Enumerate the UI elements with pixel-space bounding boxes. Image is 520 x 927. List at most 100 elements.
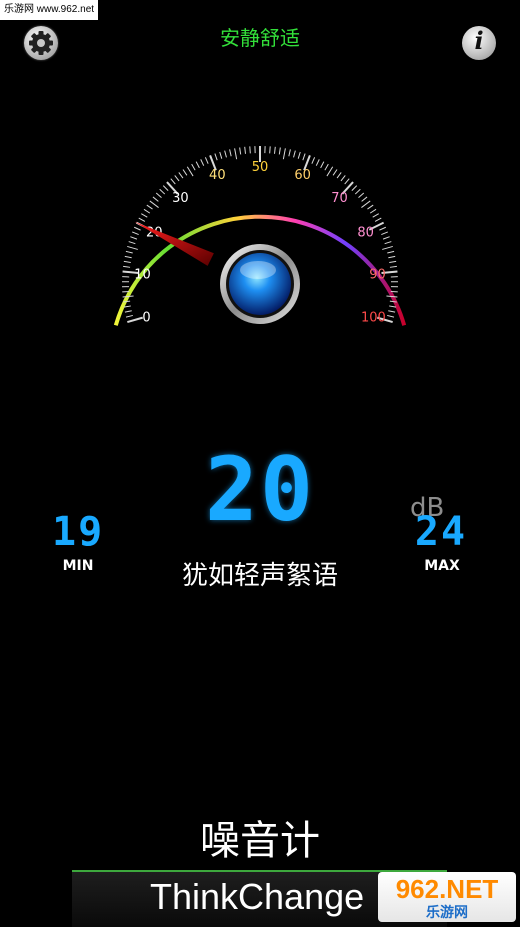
gauge-tick	[289, 149, 291, 156]
watermark-sub-text: 乐游网	[378, 902, 516, 922]
gauge-tick	[283, 148, 285, 159]
gauge-tick	[127, 318, 142, 322]
app-title: 噪音计	[0, 808, 520, 866]
watermark-bottom-right: 962.NET 乐游网	[378, 872, 516, 922]
gauge-tick	[153, 197, 158, 201]
gauge-tick	[275, 147, 276, 154]
gauge-tick	[160, 189, 165, 194]
gauge-tick	[163, 186, 168, 191]
gauge-tick-label: 100	[361, 311, 386, 326]
gauge-tick	[355, 189, 360, 194]
gauge-tick	[147, 205, 153, 209]
gauge-knob	[220, 244, 300, 324]
gauge-tick	[201, 159, 204, 165]
noise-status-text: 安静舒适	[0, 22, 520, 51]
gauge-tick	[240, 148, 241, 155]
gauge-tick	[381, 232, 387, 235]
gauge-tick	[375, 218, 381, 221]
gauge-tick-label: 70	[331, 191, 348, 206]
gauge-tick	[388, 256, 395, 257]
gauge-tick	[327, 167, 333, 176]
gauge-tick	[150, 201, 159, 208]
gauge-tick	[325, 164, 328, 170]
gauge-tick	[382, 246, 393, 249]
gauge-tick	[389, 306, 396, 307]
gauge-tick	[144, 209, 150, 213]
gauge-tick	[270, 146, 271, 153]
gauge-tick	[171, 179, 176, 184]
min-db-value: 19	[52, 510, 100, 554]
gauge-tick	[294, 151, 296, 158]
gauge-tick	[175, 175, 179, 181]
gauge-tick	[250, 146, 251, 153]
gauge-tick	[235, 148, 237, 159]
watermark-brand-text: 962.NET	[378, 874, 516, 905]
gauge-tick-label: 30	[172, 191, 189, 206]
gauge-tick	[125, 311, 132, 312]
gauge-tick	[132, 232, 138, 235]
gauge-tick	[373, 214, 379, 218]
sound-level-gauge: 0102030405060708090100	[0, 80, 520, 340]
gauge-tick	[337, 172, 341, 178]
gauge-tick	[298, 152, 300, 159]
gauge-tick	[362, 197, 367, 201]
gauge-tick	[387, 251, 394, 253]
gauge-tick	[183, 169, 187, 175]
gauge-tick	[303, 154, 305, 161]
gauge-tick	[126, 315, 133, 317]
gauge-tick	[386, 296, 397, 297]
gauge-tick	[126, 251, 133, 253]
gauge-tick	[129, 242, 136, 244]
gauge-tick	[367, 205, 373, 209]
gauge-tick	[205, 157, 208, 163]
gauge-tick	[156, 193, 161, 198]
gauge-tick-label: 0	[142, 311, 150, 326]
gauge-tick	[215, 154, 217, 161]
noise-description: 犹如轻声絮语	[0, 555, 520, 592]
gauge-tick-label: 80	[357, 226, 374, 241]
gauge-tick-label: 40	[209, 168, 226, 183]
gauge-tick	[359, 193, 364, 198]
gauge-tick	[245, 147, 246, 154]
gauge-tick	[141, 214, 147, 218]
gauge-tick	[385, 242, 392, 244]
gauge-tick	[123, 296, 134, 297]
gauge-tick	[187, 167, 193, 176]
gauge-tick	[352, 186, 357, 191]
max-db-value: 24	[412, 510, 470, 554]
gauge-tick	[130, 237, 137, 239]
footer-brand-text: ThinkChange	[150, 876, 364, 918]
current-db-reading: 20	[200, 440, 320, 540]
gauge-tick	[192, 164, 195, 170]
gauge-tick	[230, 149, 232, 156]
gauge-tick	[196, 162, 199, 168]
gauge-tick	[388, 311, 395, 312]
gauge-tick	[316, 159, 319, 165]
gauge-tick	[225, 151, 227, 158]
gauge-tick	[379, 227, 385, 230]
gauge-tick	[341, 175, 345, 181]
info-button[interactable]: i	[462, 26, 496, 60]
gauge-tick	[124, 261, 131, 262]
gauge-tick-label: 10	[134, 267, 151, 282]
gauge-tick	[312, 157, 315, 163]
gauge-tick	[127, 246, 138, 249]
gauge-tick	[370, 209, 376, 213]
gauge-tick	[390, 266, 397, 267]
gauge-tick	[124, 306, 131, 307]
gauge-tick	[389, 261, 396, 262]
gauge-tick-label: 50	[252, 160, 269, 175]
info-icon: i	[474, 26, 483, 55]
gauge-tick	[321, 162, 324, 168]
gauge-tick	[387, 315, 394, 317]
gauge-tick	[125, 256, 132, 257]
gauge-tick-label: 60	[294, 168, 311, 183]
watermark-top-left: 乐游网 www.962.net	[0, 0, 98, 20]
gauge-tick	[383, 237, 390, 239]
gauge-tick-label: 90	[369, 267, 386, 282]
gauge-tick	[279, 148, 280, 155]
gauge-tick	[345, 179, 350, 184]
gauge-tick	[139, 218, 145, 221]
gauge-tick	[333, 169, 337, 175]
gauge-tick	[134, 227, 140, 230]
